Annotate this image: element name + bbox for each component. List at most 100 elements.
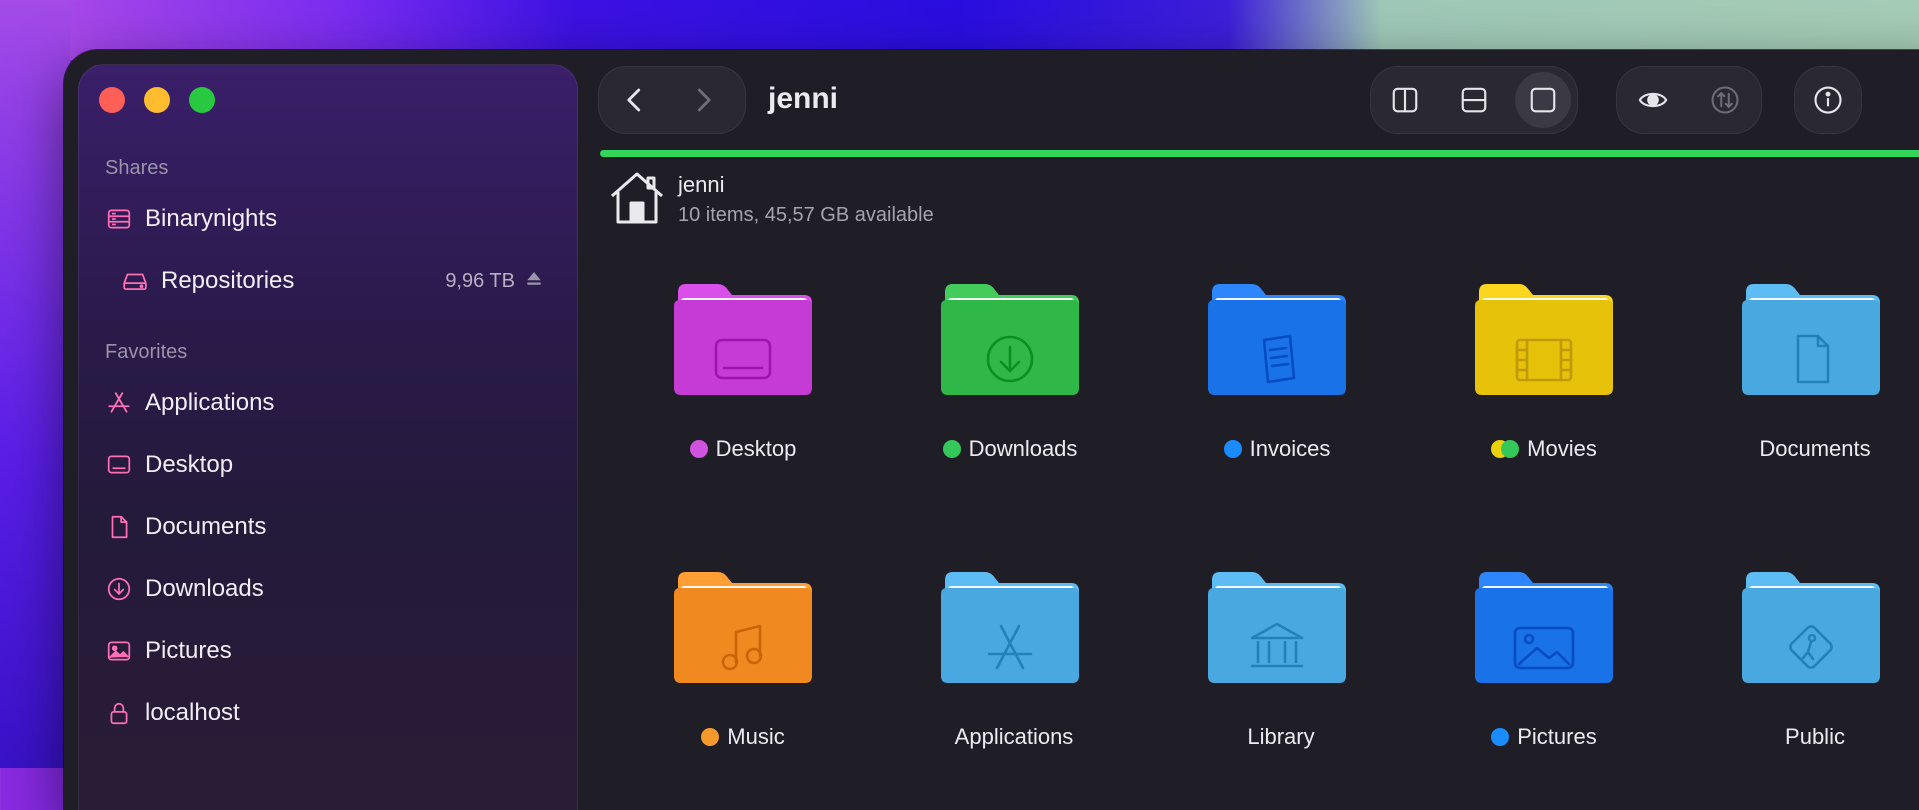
chevron-left-icon [627, 88, 641, 112]
folder-icon [1473, 570, 1615, 685]
sync-button[interactable] [1697, 72, 1753, 128]
sidebar-item-applications[interactable]: Applications [105, 383, 274, 423]
back-button[interactable] [607, 72, 663, 128]
window-controls [99, 87, 215, 113]
tag-dots [689, 440, 708, 458]
chevron-right-icon [697, 88, 711, 112]
info-button[interactable] [1800, 72, 1856, 128]
folder-label: Applications [954, 724, 1074, 749]
applications-folder-icon [941, 572, 1079, 683]
folder-label-row: Invoices [1168, 436, 1386, 462]
tag-dots [942, 440, 961, 458]
sidebar-item-pictures[interactable]: Pictures [105, 631, 232, 671]
tag-dot [689, 440, 708, 458]
tag-dot [942, 440, 961, 458]
folder-label-row: Downloads [901, 436, 1119, 462]
public-folder-icon [1742, 572, 1880, 683]
sidebar-item-label: Documents [145, 513, 267, 540]
folder-icon [1740, 570, 1882, 685]
folder-icon [1206, 282, 1348, 397]
eject-icon[interactable] [525, 269, 543, 293]
capacity-text: 9,96 TB [445, 269, 515, 292]
folder-label: Music [727, 724, 785, 749]
folder-icon [1206, 570, 1348, 685]
sidebar-item-label: Downloads [145, 575, 264, 602]
folder-label-row: Applications [901, 724, 1119, 750]
zoom-button[interactable] [189, 87, 215, 113]
split-horizontal-icon [1461, 87, 1487, 113]
info-icon [1814, 86, 1842, 114]
desktop-folder-icon [674, 284, 812, 395]
applications-icon [105, 389, 133, 417]
desktop-background-left [0, 0, 70, 768]
folder-label-row: Music [634, 724, 852, 750]
download-icon [105, 575, 133, 603]
sidebar-item-label: Binarynights [145, 205, 278, 232]
folder-info: 10 items, 45,57 GB available [678, 204, 934, 226]
folder-name: jenni [678, 172, 725, 197]
folder-icon [672, 282, 814, 397]
minimize-button[interactable] [144, 87, 170, 113]
preview-group [1616, 66, 1762, 134]
quick-look-button[interactable] [1625, 72, 1681, 128]
transfer-icon [1711, 86, 1739, 114]
sidebar-item-localhost[interactable]: localhost [105, 693, 240, 733]
folder-label: Desktop [715, 436, 797, 461]
split-vertical-button[interactable] [1377, 72, 1433, 128]
folder-icon [1740, 282, 1882, 397]
single-pane-icon [1530, 87, 1555, 113]
sidebar-item-desktop[interactable]: Desktop [105, 445, 233, 485]
progress-bar [600, 150, 1919, 157]
movies-folder-icon [1475, 284, 1613, 395]
invoices-folder-icon [1208, 284, 1346, 395]
sidebar-item-binarynights[interactable]: Binarynights [105, 199, 277, 239]
window-title: jenni [768, 82, 839, 115]
sidebar-item-label: Desktop [145, 451, 234, 478]
tag-dots [701, 728, 720, 746]
tag-dot [1501, 440, 1520, 458]
sidebar: Shares Binarynights Repositories 9,96 TB… [78, 64, 578, 810]
sidebar-item-label: localhost [145, 699, 240, 726]
folder-label-row: Desktop [634, 436, 852, 462]
folder-label-row: Public [1702, 724, 1919, 750]
tag-dot [1491, 728, 1510, 746]
sidebar-item-documents[interactable]: Documents [105, 507, 266, 547]
eye-icon [1638, 92, 1668, 108]
split-horizontal-button[interactable] [1446, 72, 1502, 128]
sidebar-item-repositories[interactable]: Repositories [121, 261, 294, 301]
tag-dots [1491, 440, 1520, 458]
folder-label-row: Pictures [1435, 724, 1653, 750]
desktop-icon [105, 451, 133, 479]
library-folder-icon [1208, 572, 1346, 683]
music-folder-icon [674, 572, 812, 683]
view-mode-group [1370, 66, 1578, 134]
folder-label: Invoices [1249, 436, 1331, 461]
folder-label: Pictures [1517, 724, 1597, 749]
close-button[interactable] [99, 87, 125, 113]
folder-icon [939, 570, 1081, 685]
pictures-icon [105, 637, 133, 665]
tag-dots [1491, 728, 1510, 746]
folder-icon [939, 282, 1081, 397]
downloads-folder-icon [941, 284, 1079, 395]
home-icon [611, 172, 663, 224]
navigation-buttons [598, 66, 746, 134]
sidebar-item-label: Pictures [145, 637, 232, 664]
sidebar-item-label: Applications [145, 389, 275, 416]
folder-label: Public [1785, 724, 1845, 749]
folder-label-row: Movies [1435, 436, 1653, 462]
folder-label: Movies [1527, 436, 1597, 461]
favorites-section-title: Favorites [105, 341, 188, 363]
sidebar-item-downloads[interactable]: Downloads [105, 569, 264, 609]
drive-icon [121, 267, 149, 295]
server-icon [105, 205, 133, 233]
shares-section-title: Shares [105, 157, 169, 179]
pictures-folder-icon [1475, 572, 1613, 683]
sidebar-item-label: Repositories [161, 267, 295, 294]
forward-button[interactable] [675, 72, 731, 128]
folder-icon [1473, 282, 1615, 397]
folder-label: Downloads [968, 436, 1078, 461]
single-pane-button[interactable] [1514, 72, 1571, 128]
folder-label-row: Documents [1702, 436, 1919, 462]
folder-label-row: Library [1168, 724, 1386, 750]
